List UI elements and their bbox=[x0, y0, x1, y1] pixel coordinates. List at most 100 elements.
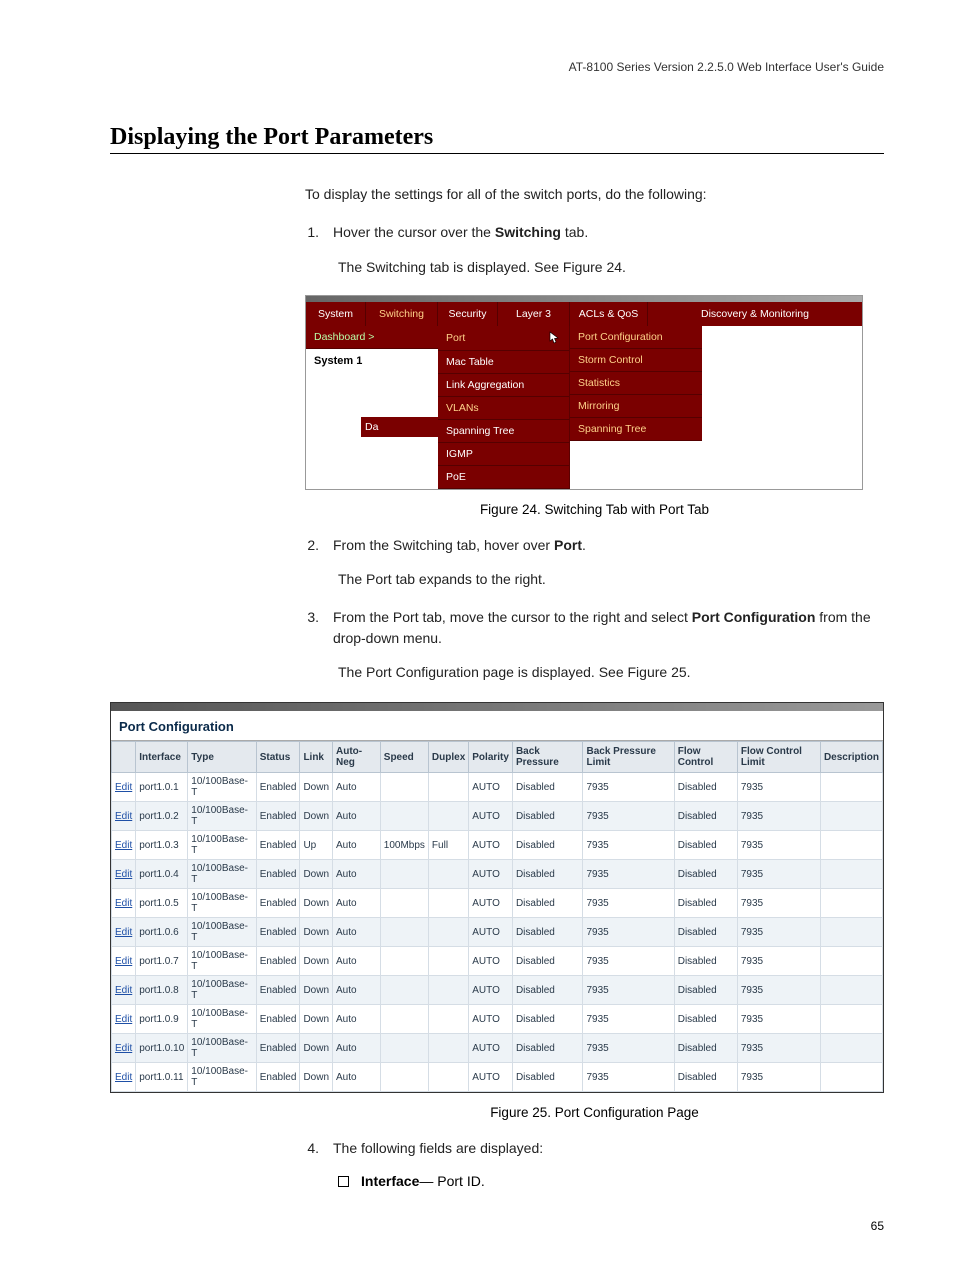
tab-discovery-monitoring[interactable]: Discovery & Monitoring bbox=[648, 302, 862, 326]
table-cell: 10/100Base-T bbox=[188, 918, 256, 947]
step-2-result: The Port tab expands to the right. bbox=[338, 569, 884, 589]
table-cell[interactable]: Edit bbox=[112, 1034, 136, 1063]
table-cell bbox=[428, 1034, 468, 1063]
table-cell: Disabled bbox=[512, 773, 583, 802]
submenu-statistics[interactable]: Statistics bbox=[570, 372, 702, 395]
edit-link[interactable]: Edit bbox=[115, 840, 132, 851]
table-cell: 7935 bbox=[583, 773, 674, 802]
edit-link[interactable]: Edit bbox=[115, 927, 132, 938]
table-row: Editport1.0.410/100Base-TEnabledDownAuto… bbox=[112, 860, 883, 889]
edit-link[interactable]: Edit bbox=[115, 811, 132, 822]
table-cell: port1.0.11 bbox=[136, 1063, 188, 1092]
table-cell: AUTO bbox=[469, 802, 513, 831]
col-header bbox=[112, 742, 136, 773]
col-header: Flow Control bbox=[674, 742, 737, 773]
table-cell[interactable]: Edit bbox=[112, 802, 136, 831]
table-cell: 7935 bbox=[583, 1005, 674, 1034]
table-cell: Up bbox=[300, 831, 333, 860]
tab-layer-3[interactable]: Layer 3 bbox=[498, 302, 570, 326]
table-cell[interactable]: Edit bbox=[112, 947, 136, 976]
menu-item-poe[interactable]: PoE bbox=[438, 466, 569, 489]
table-cell: 7935 bbox=[583, 1034, 674, 1063]
table-cell: Disabled bbox=[512, 1063, 583, 1092]
submenu-port-configuration[interactable]: Port Configuration bbox=[570, 326, 702, 349]
menu-item-igmp[interactable]: IGMP bbox=[438, 443, 569, 466]
tab-system[interactable]: System bbox=[306, 302, 366, 326]
menu-item-spanning-tree[interactable]: Spanning Tree bbox=[438, 420, 569, 443]
menu-item-vlans[interactable]: VLANs bbox=[438, 397, 569, 420]
table-cell bbox=[820, 802, 882, 831]
menu-item-link-aggregation[interactable]: Link Aggregation bbox=[438, 374, 569, 397]
col-header: Duplex bbox=[428, 742, 468, 773]
edit-link[interactable]: Edit bbox=[115, 869, 132, 880]
table-cell[interactable]: Edit bbox=[112, 860, 136, 889]
step-2-bold: Port bbox=[554, 537, 582, 553]
table-cell: 7935 bbox=[583, 976, 674, 1005]
table-cell: 10/100Base-T bbox=[188, 976, 256, 1005]
table-cell[interactable]: Edit bbox=[112, 889, 136, 918]
table-cell bbox=[428, 860, 468, 889]
edit-link[interactable]: Edit bbox=[115, 898, 132, 909]
col-header: Status bbox=[256, 742, 300, 773]
table-cell: 10/100Base-T bbox=[188, 947, 256, 976]
table-cell bbox=[428, 802, 468, 831]
tab-acls-qos[interactable]: ACLs & QoS bbox=[570, 302, 648, 326]
table-cell: port1.0.3 bbox=[136, 831, 188, 860]
submenu-mirroring[interactable]: Mirroring bbox=[570, 395, 702, 418]
table-cell: Disabled bbox=[512, 860, 583, 889]
table-cell: Auto bbox=[333, 1063, 381, 1092]
submenu-storm-control[interactable]: Storm Control bbox=[570, 349, 702, 372]
step-2: 2. From the Switching tab, hover over Po… bbox=[305, 535, 884, 555]
table-cell bbox=[820, 1063, 882, 1092]
table-cell: Down bbox=[300, 1063, 333, 1092]
table-cell: Auto bbox=[333, 1005, 381, 1034]
sidebar-item-dashboard[interactable]: Dashboard > bbox=[306, 326, 438, 349]
table-cell[interactable]: Edit bbox=[112, 773, 136, 802]
edit-link[interactable]: Edit bbox=[115, 1043, 132, 1054]
submenu-spanning-tree[interactable]: Spanning Tree bbox=[570, 418, 702, 441]
menu-item-mac-table[interactable]: Mac Table bbox=[438, 351, 569, 374]
menu-item-port[interactable]: Port bbox=[438, 326, 569, 351]
table-cell: 10/100Base-T bbox=[188, 802, 256, 831]
table-cell: Auto bbox=[333, 976, 381, 1005]
table-cell: AUTO bbox=[469, 1034, 513, 1063]
table-cell bbox=[820, 947, 882, 976]
sidebar-item-system-label: System 1 bbox=[306, 349, 438, 369]
edit-link[interactable]: Edit bbox=[115, 985, 132, 996]
table-cell: Auto bbox=[333, 1034, 381, 1063]
edit-link[interactable]: Edit bbox=[115, 1014, 132, 1025]
table-cell[interactable]: Edit bbox=[112, 918, 136, 947]
table-cell bbox=[820, 918, 882, 947]
table-cell: Disabled bbox=[674, 831, 737, 860]
edit-link[interactable]: Edit bbox=[115, 956, 132, 967]
table-cell: Disabled bbox=[512, 976, 583, 1005]
tab-switching[interactable]: Switching bbox=[366, 302, 438, 326]
tab-security[interactable]: Security bbox=[438, 302, 498, 326]
table-header-row: InterfaceTypeStatusLinkAuto-NegSpeedDupl… bbox=[112, 742, 883, 773]
col-header: Polarity bbox=[469, 742, 513, 773]
sidebar-item-da: Da bbox=[361, 417, 438, 437]
table-cell: 7935 bbox=[737, 889, 820, 918]
table-cell bbox=[428, 918, 468, 947]
table-cell[interactable]: Edit bbox=[112, 976, 136, 1005]
table-row: Editport1.0.510/100Base-TEnabledDownAuto… bbox=[112, 889, 883, 918]
table-row: Editport1.0.310/100Base-TEnabledUpAuto10… bbox=[112, 831, 883, 860]
table-cell[interactable]: Edit bbox=[112, 1063, 136, 1092]
port-configuration-title: Port Configuration bbox=[111, 711, 883, 741]
table-cell: Down bbox=[300, 1034, 333, 1063]
table-cell: Disabled bbox=[674, 918, 737, 947]
col-header: Description bbox=[820, 742, 882, 773]
table-cell: Disabled bbox=[512, 889, 583, 918]
table-cell: Disabled bbox=[512, 831, 583, 860]
table-cell: AUTO bbox=[469, 918, 513, 947]
table-cell[interactable]: Edit bbox=[112, 831, 136, 860]
table-cell: Disabled bbox=[674, 773, 737, 802]
edit-link[interactable]: Edit bbox=[115, 782, 132, 793]
table-cell bbox=[380, 889, 428, 918]
table-cell: Down bbox=[300, 1005, 333, 1034]
edit-link[interactable]: Edit bbox=[115, 1072, 132, 1083]
table-cell: Disabled bbox=[674, 947, 737, 976]
table-cell: Enabled bbox=[256, 773, 300, 802]
table-cell: Auto bbox=[333, 860, 381, 889]
table-cell[interactable]: Edit bbox=[112, 1005, 136, 1034]
